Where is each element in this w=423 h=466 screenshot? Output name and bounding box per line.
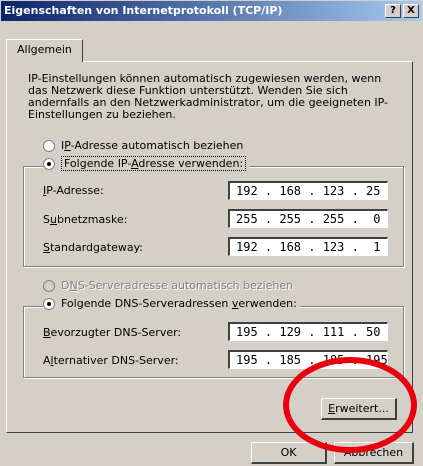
dns-manual-radio[interactable] (43, 297, 55, 310)
dns-auto-radio-option: DNS-Serveradresse automatisch beziehen (43, 279, 293, 292)
preferred-dns-field[interactable]: 195 . 129 . 111 . 50 (228, 322, 388, 341)
advanced-button[interactable]: Erweitert... (321, 398, 397, 420)
subnet-mask-label: Subnetzmaske: (43, 213, 128, 226)
title-bar[interactable]: Eigenschaften von Internetprotokoll (TCP… (1, 1, 422, 21)
ip-auto-label: IP-Adresse automatisch beziehen (61, 139, 244, 152)
preferred-dns-label: Bevorzugter DNS-Server: (43, 326, 182, 339)
dns-manual-label: Folgende DNS-Serveradressen verwenden: (61, 297, 297, 310)
subnet-mask-field[interactable]: 255 . 255 . 255 . 0 (228, 209, 388, 228)
default-gateway-field[interactable]: 192 . 168 . 123 . 1 (228, 237, 388, 256)
alternate-dns-label: Alternativer DNS-Server: (43, 354, 179, 367)
tcpip-properties-dialog: Eigenschaften von Internetprotokoll (TCP… (0, 0, 423, 466)
dns-auto-label: DNS-Serveradresse automatisch beziehen (61, 279, 294, 292)
ip-manual-label: Folgende IP-Adresse verwenden: (61, 156, 247, 171)
dns-auto-radio (43, 279, 55, 292)
ip-manual-radio[interactable] (43, 157, 55, 170)
ip-address-field[interactable]: 192 . 168 . 123 . 25 (228, 181, 388, 200)
close-button[interactable]: X (403, 4, 419, 18)
default-gateway-label: Standardgateway: (43, 241, 144, 254)
tab-allgemein[interactable]: Allgemein (6, 39, 83, 62)
ip-address-label: IP-Adresse: (43, 184, 104, 197)
alternate-dns-field[interactable]: 195 . 185 . 185 . 195 (228, 350, 388, 369)
dns-manual-radio-option[interactable]: Folgende DNS-Serveradressen verwenden: (43, 297, 300, 310)
help-button[interactable]: ? (385, 4, 401, 18)
intro-text: IP-Einstellungen können automatisch zuge… (28, 72, 389, 121)
window-title: Eigenschaften von Internetprotokoll (TCP… (4, 4, 283, 17)
ip-manual-radio-option[interactable]: Folgende IP-Adresse verwenden: (43, 156, 250, 171)
ip-auto-radio-option[interactable]: IP-Adresse automatisch beziehen (43, 139, 243, 152)
ip-auto-radio[interactable] (43, 139, 55, 152)
cancel-button[interactable]: Abbrechen (334, 442, 414, 464)
ok-button[interactable]: OK (251, 442, 327, 464)
